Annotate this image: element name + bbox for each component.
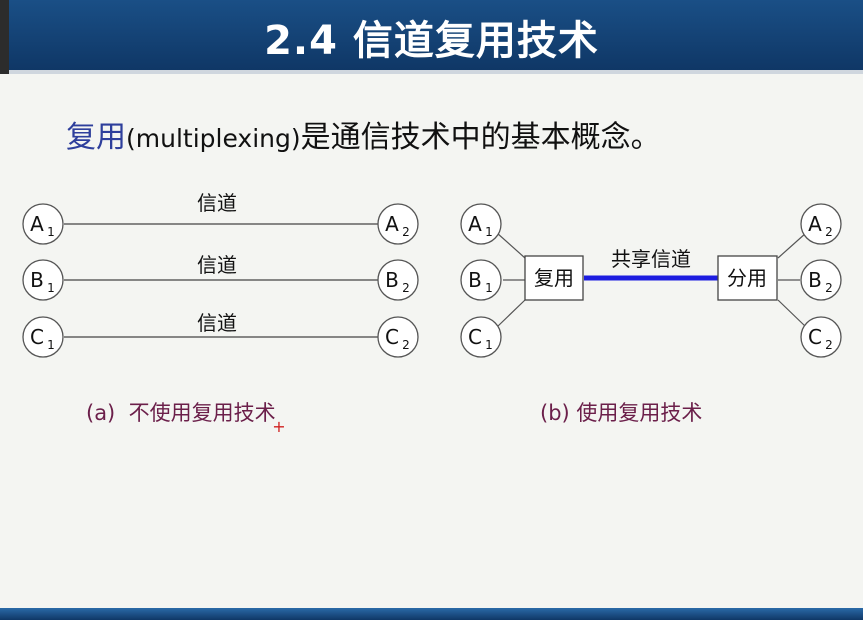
node-letter: A bbox=[808, 212, 822, 236]
node-c1: C 1 bbox=[460, 316, 502, 358]
node-letter: C bbox=[30, 325, 44, 349]
node-a1: A 1 bbox=[22, 203, 64, 245]
diagram-b: 共享信道 复用 分用 A 1 B 1 C 1 A 2 B 2 C 2 (b) 使… bbox=[460, 203, 842, 425]
channel-label-2: 信道 bbox=[197, 253, 237, 277]
node-letter: A bbox=[30, 212, 44, 236]
link-a1-mux bbox=[496, 232, 526, 259]
caption-b: (b) 使用复用技术 bbox=[540, 401, 702, 425]
diagram-a: 信道 信道 信道 A 1 B 1 C 1 A 2 B 2 C 2 (a) 不使用… bbox=[22, 191, 419, 436]
node-b2: B 2 bbox=[377, 259, 419, 301]
node-letter: C bbox=[468, 325, 482, 349]
node-letter: A bbox=[468, 212, 482, 236]
node-letter: A bbox=[385, 212, 399, 236]
link-demux-c2 bbox=[777, 299, 807, 328]
link-demux-a2 bbox=[777, 232, 807, 259]
node-letter: B bbox=[808, 268, 822, 292]
node-letter: B bbox=[30, 268, 44, 292]
node-a2: A 2 bbox=[800, 203, 842, 245]
node-c2: C 2 bbox=[377, 316, 419, 358]
link-c1-mux bbox=[496, 299, 526, 328]
node-b1: B 1 bbox=[22, 259, 64, 301]
node-subscript: 1 bbox=[485, 338, 493, 352]
cursor-mark: + bbox=[272, 417, 285, 436]
node-letter: B bbox=[468, 268, 482, 292]
channel-label-3: 信道 bbox=[197, 311, 237, 335]
node-subscript: 2 bbox=[825, 281, 833, 295]
node-subscript: 1 bbox=[485, 281, 493, 295]
node-b2: B 2 bbox=[800, 259, 842, 301]
node-subscript: 1 bbox=[485, 225, 493, 239]
shared-channel-label: 共享信道 bbox=[611, 247, 691, 271]
footer-bar bbox=[0, 608, 863, 620]
node-a1: A 1 bbox=[460, 203, 502, 245]
node-subscript: 2 bbox=[402, 225, 410, 239]
demux-label: 分用 bbox=[727, 266, 767, 290]
multiplexing-diagram: 信道 信道 信道 A 1 B 1 C 1 A 2 B 2 C 2 (a) 不使用… bbox=[22, 191, 842, 436]
node-subscript: 2 bbox=[402, 281, 410, 295]
channel-label-1: 信道 bbox=[197, 191, 237, 215]
node-c2: C 2 bbox=[800, 316, 842, 358]
node-letter: C bbox=[808, 325, 822, 349]
node-c1: C 1 bbox=[22, 316, 64, 358]
node-letter: C bbox=[385, 325, 399, 349]
node-b1: B 1 bbox=[460, 259, 502, 301]
node-subscript: 2 bbox=[825, 225, 833, 239]
node-a2: A 2 bbox=[377, 203, 419, 245]
node-letter: B bbox=[385, 268, 399, 292]
node-subscript: 1 bbox=[47, 225, 55, 239]
caption-a: (a) 不使用复用技术 bbox=[86, 401, 276, 425]
node-subscript: 1 bbox=[47, 338, 55, 352]
node-subscript: 2 bbox=[402, 338, 410, 352]
node-subscript: 1 bbox=[47, 281, 55, 295]
node-subscript: 2 bbox=[825, 338, 833, 352]
mux-label: 复用 bbox=[534, 266, 574, 290]
